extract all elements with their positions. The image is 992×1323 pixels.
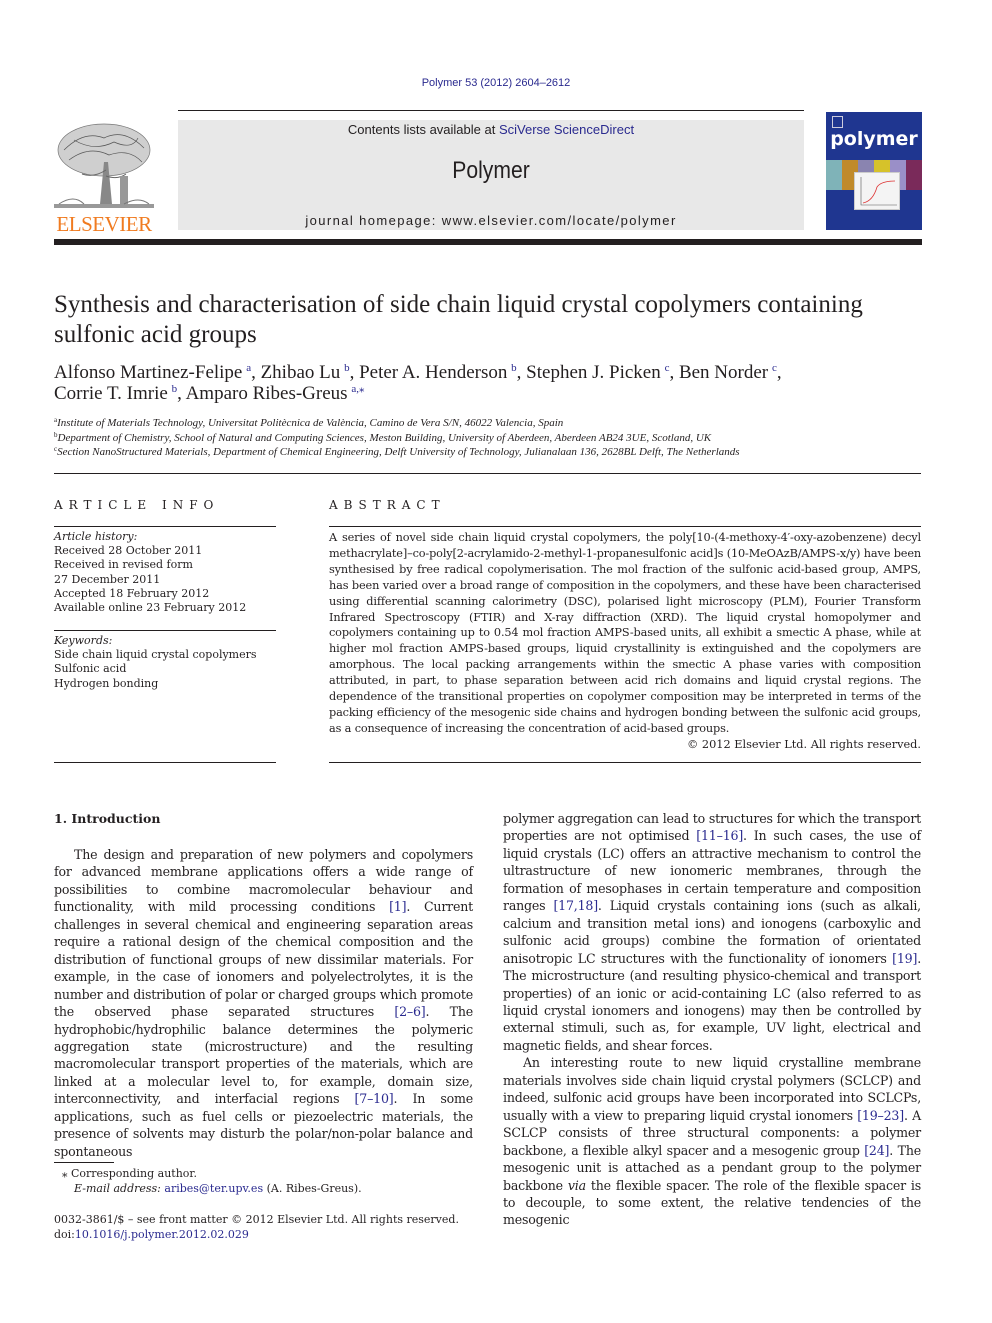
separator: , — [516, 362, 527, 383]
author-name[interactable]: Alfonso Martinez-Felipe — [54, 362, 242, 383]
separator: , — [251, 362, 261, 383]
divider — [54, 630, 276, 631]
separator: , — [669, 362, 679, 383]
keywords-label: Keywords: — [54, 634, 113, 647]
keyword[interactable]: Hydrogen bonding — [54, 677, 276, 691]
cover-graph-icon — [860, 177, 897, 206]
header-thick-rule — [54, 239, 922, 245]
email-label: E-mail address: — [74, 1182, 161, 1195]
author-line: Alfonso Martinez-Felipe a, Zhibao Lu b, … — [54, 362, 934, 383]
doi-link[interactable]: 10.1016/j.polymer.2012.02.029 — [75, 1228, 249, 1241]
cover-tile — [826, 160, 842, 190]
affil-text: Department of Chemistry, School of Natur… — [57, 431, 712, 444]
keyword[interactable]: Sulfonic acid — [54, 662, 276, 676]
journal-homepage[interactable]: journal homepage: www.elsevier.com/locat… — [178, 213, 804, 228]
issn-line: 0032-3861/$ – see front matter © 2012 El… — [54, 1213, 459, 1226]
footnotes: ⁎ Corresponding author. E-mail address: … — [54, 1166, 474, 1196]
affiliation: aInstitute of Materials Technology, Univ… — [54, 416, 934, 431]
body-column-right: polymer aggregation can lead to structur… — [503, 810, 921, 1229]
history-item: Received 28 October 2011 — [54, 544, 203, 558]
citation-link[interactable]: [24] — [864, 1143, 889, 1158]
cover-title: polymer — [830, 128, 918, 150]
article-history: Article history: Received 28 October 201… — [54, 530, 276, 615]
cover-tile — [906, 160, 922, 190]
corresponding-author-note: ⁎ Corresponding author. — [62, 1167, 197, 1180]
tree-icon — [54, 123, 154, 208]
keywords: Keywords: Side chain liquid crystal copo… — [54, 634, 276, 691]
italic-text: via — [567, 1177, 586, 1193]
citation-link[interactable]: [11–16] — [696, 828, 743, 843]
affiliation: cSection NanoStructured Materials, Depar… — [54, 445, 934, 460]
divider — [329, 526, 921, 527]
citation-link[interactable]: [1] — [389, 899, 406, 914]
paragraph: polymer aggregation can lead to structur… — [503, 810, 921, 1054]
contents-prefix: Contents lists available at — [347, 122, 499, 137]
paragraph: An interesting route to new liquid cryst… — [503, 1054, 921, 1229]
citation-link[interactable]: [19–23] — [857, 1108, 904, 1123]
journal-citation[interactable]: Polymer 53 (2012) 2604–2612 — [0, 77, 992, 89]
email-link[interactable]: aribes@ter.upv.es — [164, 1182, 263, 1195]
journal-cover-image: polymer — [826, 112, 922, 230]
affiliation: bDepartment of Chemistry, School of Natu… — [54, 431, 934, 446]
citation-link[interactable]: [2–6] — [394, 1004, 425, 1019]
history-item: Available online 23 February 2012 — [54, 601, 247, 615]
sciencedirect-link[interactable]: SciVerse ScienceDirect — [499, 122, 634, 137]
history-item: Received in revised form — [54, 558, 193, 572]
doi-prefix: doi: — [54, 1228, 75, 1241]
abstract-copyright: © 2012 Elsevier Ltd. All rights reserved… — [687, 738, 921, 751]
history-item: 27 December 2011 — [54, 572, 161, 586]
abstract-heading: ABSTRACT — [329, 498, 446, 512]
contents-line: Contents lists available at SciVerse Sci… — [178, 122, 804, 137]
citation-link[interactable]: [19] — [892, 951, 917, 966]
author-name[interactable]: Ben Norder — [679, 362, 768, 383]
body-column-left: The design and preparation of new polyme… — [54, 846, 473, 1160]
author-name[interactable]: Zhibao Lu — [261, 362, 341, 383]
divider — [54, 762, 276, 763]
header-rule — [178, 110, 804, 111]
author-line: Corrie T. Imrie b, Amparo Ribes-Greus a,… — [54, 383, 934, 404]
citation-link[interactable]: [17,18] — [553, 898, 598, 913]
cover-graph — [854, 172, 900, 210]
author-name[interactable]: Amparo Ribes-Greus — [186, 383, 348, 404]
title-line: Synthesis and characterisation of side c… — [54, 291, 863, 318]
doi-line: doi:10.1016/j.polymer.2012.02.029 — [54, 1227, 494, 1242]
section-heading-introduction: 1. Introduction — [54, 811, 161, 826]
elsevier-wordmark: ELSEVIER — [56, 212, 152, 236]
title-line: sulfonic acid groups — [54, 321, 257, 348]
divider — [54, 473, 921, 474]
divider — [54, 526, 276, 527]
paper-title: Synthesis and characterisation of side c… — [54, 290, 934, 350]
journal-title: Polymer — [452, 157, 530, 184]
separator: , — [177, 383, 186, 404]
author-affil-marker[interactable]: a,⁎ — [351, 383, 364, 395]
affil-text: Institute of Materials Technology, Unive… — [57, 417, 564, 429]
author-name[interactable]: Stephen J. Picken — [526, 362, 661, 383]
separator: , — [349, 362, 360, 383]
footnote-rule — [54, 1162, 114, 1163]
citation-link[interactable]: [7–10] — [355, 1091, 394, 1106]
history-item: Accepted 18 February 2012 — [54, 586, 210, 600]
author-name[interactable]: Corrie T. Imrie — [54, 383, 168, 404]
article-info-heading: ARTICLE INFO — [54, 498, 220, 512]
abstract-text: A series of novel side chain liquid crys… — [329, 531, 921, 735]
cover-elsevier-mark — [832, 116, 843, 128]
separator: , — [776, 362, 782, 383]
email-note: E-mail address: aribes@ter.upv.es (A. Ri… — [54, 1181, 474, 1196]
divider — [329, 762, 921, 763]
keyword[interactable]: Side chain liquid crystal copolymers — [54, 648, 276, 662]
author-name[interactable]: Peter A. Henderson — [359, 362, 507, 383]
text-run: . Current challenges in several chemical… — [54, 899, 473, 1020]
paragraph: The design and preparation of new polyme… — [54, 846, 473, 1160]
affiliations: aInstitute of Materials Technology, Univ… — [54, 416, 934, 460]
front-matter: 0032-3861/$ – see front matter © 2012 El… — [54, 1212, 494, 1242]
history-label: Article history: — [54, 530, 138, 543]
author-list: Alfonso Martinez-Felipe a, Zhibao Lu b, … — [54, 362, 934, 404]
email-suffix: (A. Ribes-Greus). — [263, 1182, 362, 1195]
affil-text: Section NanoStructured Materials, Depart… — [57, 446, 740, 458]
